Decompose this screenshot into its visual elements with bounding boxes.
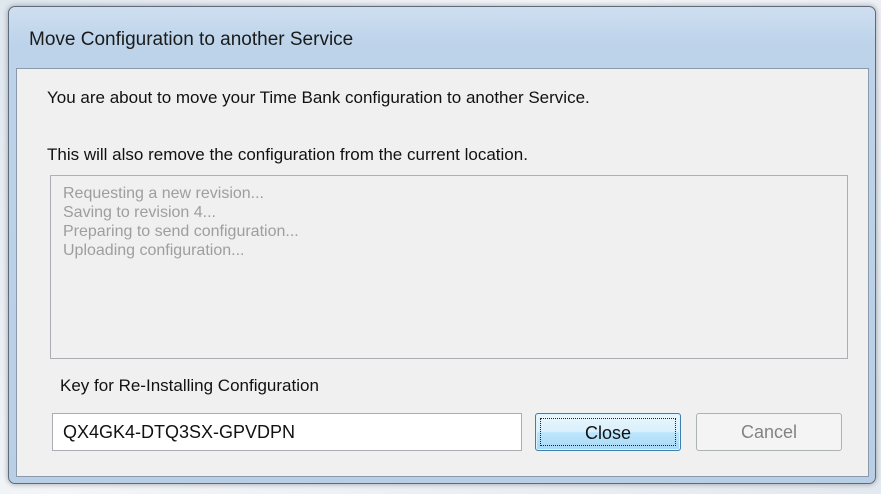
window-title: Move Configuration to another Service — [29, 29, 354, 50]
log-line: Saving to revision 4... — [63, 204, 216, 221]
cancel-button[interactable]: Cancel — [696, 413, 842, 451]
reinstall-key-field[interactable] — [52, 413, 522, 451]
log-line: Requesting a new revision... — [63, 185, 264, 202]
log-line: Uploading configuration... — [63, 242, 245, 259]
message-line-1: You are about to move your Time Bank con… — [47, 88, 590, 107]
title-bar[interactable]: Move Configuration to another Service — [9, 7, 875, 65]
close-button[interactable]: Close — [535, 413, 681, 451]
message-line-2: This will also remove the configuration … — [47, 145, 528, 164]
key-label: Key for Re-Installing Configuration — [60, 376, 319, 395]
close-button-label: Close — [540, 418, 676, 446]
log-line: Preparing to send configuration... — [63, 223, 299, 240]
progress-log[interactable]: Requesting a new revision... Saving to r… — [50, 175, 848, 359]
